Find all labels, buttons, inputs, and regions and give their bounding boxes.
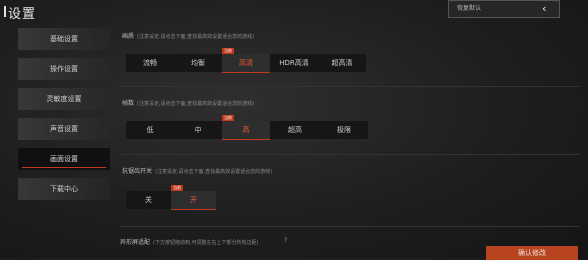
framerate-hint: (注意设定,请点击下面,查找最高效设置适合您的游戏) [137,101,255,107]
framerate-option-high[interactable]: 当前 高 [222,115,270,140]
help-icon[interactable]: ? [284,237,287,244]
current-badge: 当前 [222,48,234,54]
antialias-hint: (注意设定,请点击下面,查找最高效设置适合您的游戏) [155,169,273,175]
framerate-option-high-label: 高 [242,126,250,134]
quality-option-balanced[interactable]: 均衡 [174,54,222,72]
quality-hint: (注意设定,请点击下面,查找最高效设置适合您的游戏) [137,34,255,40]
quality-option-uhd[interactable]: 超高清 [318,54,366,72]
current-badge: 当前 [222,115,234,121]
restore-default-label: 恢复默认 [457,5,482,12]
sidebar-item-downloads[interactable]: 下载中心 [18,178,110,200]
quality-option-hd-label: 高清 [239,59,253,67]
quality-option-smooth[interactable]: 流畅 [126,54,174,72]
section-divider [120,86,580,87]
framerate-option-extreme[interactable]: 极限 [320,121,368,139]
chevron-left-icon[interactable]: ‹ [542,1,546,16]
border-label: 异形屏适配 [120,239,151,246]
framerate-option-medium[interactable]: 中 [174,121,222,139]
antialias-toggle: 关 当前 开 [126,185,216,210]
border-hint: (下方按钮拖动到,可调整左右上下部分所有边距) [153,240,259,246]
framerate-option-ultra[interactable]: 超高 [270,121,320,139]
title-bar: 设置 恢复默认 ‹ [0,0,588,22]
quality-option-hd[interactable]: 当前 高清 [222,48,270,73]
restore-default-button[interactable]: 恢复默认 ‹ [448,0,560,18]
quality-option-hdr[interactable]: HDR高清 [270,54,318,72]
framerate-option-low[interactable]: 低 [126,121,174,139]
framerate-section-label: 帧数 (注意设定,请点击下面,查找最高效设置适合您的游戏) [122,98,254,107]
sidebar-item-graphics[interactable]: 画面设置 [18,148,110,170]
quality-label: 画质 [122,33,135,40]
antialias-option-off[interactable]: 关 [126,191,171,209]
border-section-label: 异形屏适配 (下方按钮拖动到,可调整左右上下部分所有边距) [120,237,259,246]
framerate-selector: 低 中 当前 高 超高 极限 [126,115,368,140]
sidebar-item-sound[interactable]: 声音设置 [18,118,110,140]
sidebar-item-sensitivity[interactable]: 灵敏度设置 [18,88,110,110]
antialias-option-on-label: 开 [190,196,197,204]
sidebar-item-basic[interactable]: 基础设置 [18,28,110,50]
page-title: 设置 [8,7,37,22]
antialias-label: 抗锯齿开关 [122,168,153,175]
sidebar-item-controls[interactable]: 操作设置 [18,58,110,80]
antialias-option-on[interactable]: 当前 开 [171,185,216,210]
quality-section-label: 画质 (注意设定,请点击下面,查找最高效设置适合您的游戏) [122,31,254,40]
quality-selector: 流畅 均衡 当前 高清 HDR高清 超高清 [126,48,366,73]
antialias-section-label: 抗锯齿开关 (注意设定,请点击下面,查找最高效设置适合您的游戏) [122,166,272,175]
section-divider [120,154,580,155]
current-badge: 当前 [171,185,183,191]
title-marker [4,6,6,17]
framerate-label: 帧数 [122,100,135,107]
section-divider [120,226,580,227]
